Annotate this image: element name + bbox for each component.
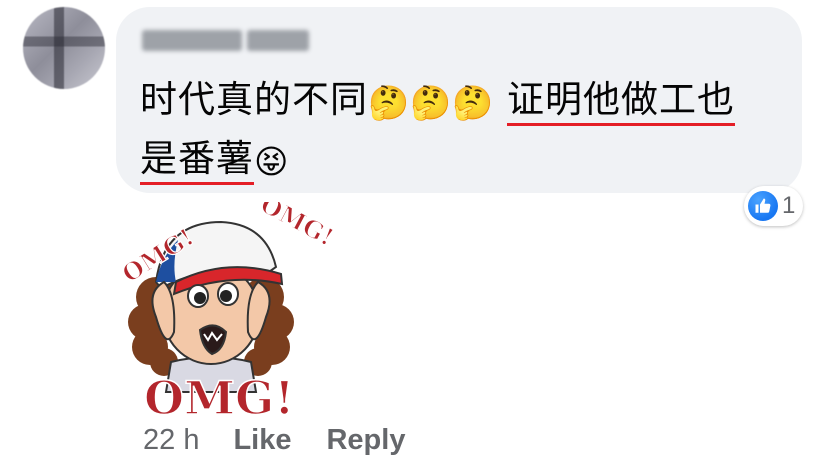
sticker-omg-bottom: OMG! xyxy=(144,371,294,422)
sticker-omg-top-right: OMG! xyxy=(256,202,339,252)
squinting-tongue-emoji: 😝 xyxy=(254,142,290,181)
comment-text-part1: 时代真的不同 xyxy=(140,78,368,121)
thinking-face-emoji: 🤔 xyxy=(452,83,495,122)
thinking-face-emoji: 🤔 xyxy=(410,83,453,122)
like-button[interactable]: Like xyxy=(233,424,291,457)
timestamp[interactable]: 22 h xyxy=(143,424,199,457)
thinking-face-emoji: 🤔 xyxy=(368,83,411,122)
reply-button[interactable]: Reply xyxy=(326,424,405,457)
reaction-count: 1 xyxy=(782,192,796,219)
author-name-blurred[interactable] xyxy=(142,30,309,51)
omg-sticker[interactable]: OMG! OMG! OMG! xyxy=(116,189,346,426)
comment-text-underlined-1: 证明他做工也 xyxy=(507,78,736,126)
like-icon xyxy=(748,191,778,221)
comment-text: 时代真的不同🤔🤔🤔 证明他做工也 是番薯😝 xyxy=(140,72,790,190)
author-name-blur-block xyxy=(142,30,242,51)
comment-page: 时代真的不同🤔🤔🤔 证明他做工也 是番薯😝 1 OMG! OMG! OMG! 2… xyxy=(0,0,828,467)
author-name-blur-block xyxy=(247,30,309,51)
comment-text-underlined-2: 是番薯 xyxy=(140,137,254,185)
comment-actions: 22 h Like Reply xyxy=(143,424,440,457)
avatar[interactable] xyxy=(23,7,105,89)
reaction-summary[interactable]: 1 xyxy=(744,186,804,226)
